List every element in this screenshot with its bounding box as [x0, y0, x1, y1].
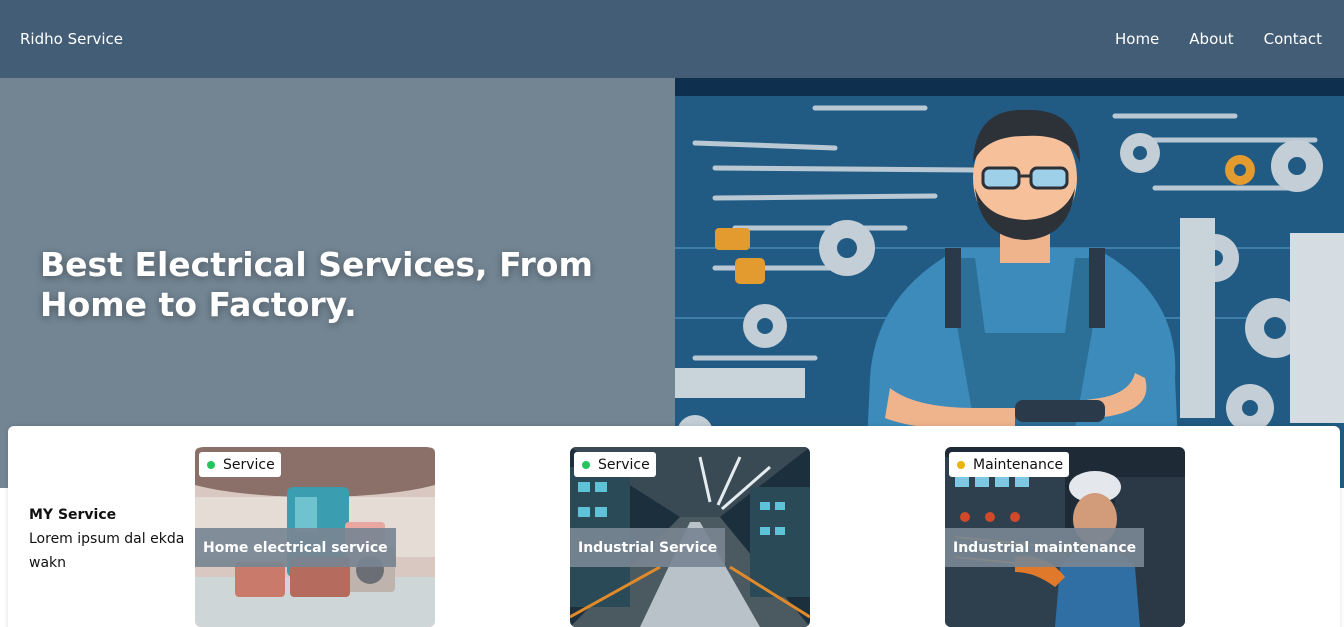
card-badge-label: Maintenance — [973, 456, 1064, 473]
card-badge-label: Service — [223, 456, 275, 473]
card-badge: Maintenance — [949, 452, 1070, 477]
card-badge: Service — [574, 452, 656, 477]
navbar: Ridho Service Home About Contact — [0, 0, 1344, 78]
nav-links: Home About Contact — [1115, 30, 1322, 48]
my-service-description: Lorem ipsum dal ekda wakn — [29, 531, 185, 571]
card-badge: Service — [199, 452, 281, 477]
status-dot-icon — [582, 460, 590, 469]
my-service-title: MY Service — [29, 507, 117, 523]
card-title-home-electrical[interactable]: Home electrical service — [195, 528, 396, 567]
hero-title: Best Electrical Services, From Home to F… — [40, 245, 593, 324]
card-badge-label: Service — [598, 456, 650, 473]
nav-link-home[interactable]: Home — [1115, 30, 1159, 48]
my-service-intro: MY Service Lorem ipsum dal ekda wakn — [29, 503, 189, 575]
card-title-industrial-maintenance[interactable]: Industrial maintenance — [945, 528, 1145, 567]
status-dot-icon — [957, 460, 965, 469]
card-title-industrial-service[interactable]: Industrial Service — [570, 528, 726, 567]
status-dot-icon — [207, 460, 215, 469]
nav-link-about[interactable]: About — [1189, 30, 1233, 48]
brand-logo[interactable]: Ridho Service — [20, 30, 123, 48]
nav-link-contact[interactable]: Contact — [1264, 30, 1322, 48]
